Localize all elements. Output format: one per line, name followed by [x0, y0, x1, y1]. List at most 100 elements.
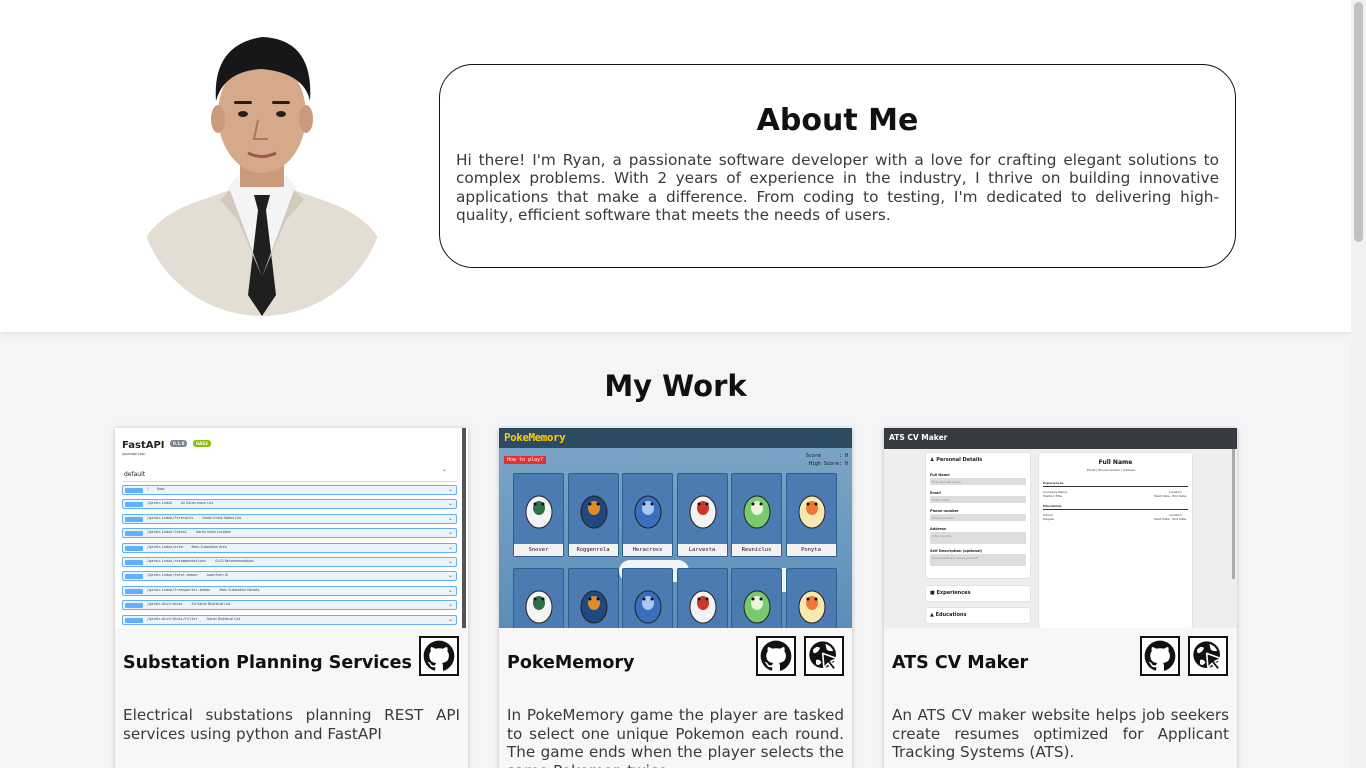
divider [122, 481, 457, 482]
endpoint-row[interactable]: /gardu-induk/lokasi Gardu Induk Location ⌄ [122, 528, 457, 539]
http-method-badge [125, 545, 143, 551]
github-link-button[interactable] [1140, 636, 1180, 676]
http-method-badge [125, 502, 143, 508]
endpoint-row[interactable]: / Root ⌄ [122, 485, 457, 495]
chevron-down-icon: ⌄ [447, 529, 453, 537]
pokememory-header: PokeMemory [499, 428, 852, 448]
divider [1043, 486, 1188, 487]
educations-panel[interactable]: ▲ Educations [926, 608, 1030, 623]
http-method-badge [125, 588, 143, 594]
pokemon-card[interactable] [622, 568, 673, 628]
endpoint-description: Gardu Induk Status List [202, 515, 241, 520]
pokemon-card[interactable]: Snover [513, 473, 564, 557]
form-field-label: Email [930, 491, 941, 495]
endpoint-row[interactable]: /gardu-distribusi All Gardu Distribusi Li… [122, 600, 457, 611]
fastapi-title: FastAPI 0.1.0 OAS3 [122, 440, 211, 451]
project-card-pokememory: PokeMemory How to play? Score : 0 High S… [499, 428, 852, 768]
http-method-badge [125, 488, 143, 493]
endpoint-row[interactable]: /gardu-induk/forecasts Gardu Induk Status… [122, 513, 457, 524]
educations-label: Educations [935, 612, 967, 618]
pokemon-card[interactable] [676, 568, 728, 628]
endpoint-path: /gardu-distribusi/filter [147, 616, 198, 621]
form-field-input[interactable]: Short summary about yourself [930, 554, 1026, 566]
endpoint-row[interactable]: /gardu-induk/transporter-beban Main Subst… [122, 585, 457, 596]
endpoint-row[interactable]: /gardu-induk/total-beban Load Each GI ⌄ [122, 571, 457, 582]
project-screenshot-substation[interactable]: FastAPI 0.1.0 OAS3 /openapi.json default… [115, 428, 468, 628]
experiences-label: Experiences [936, 590, 971, 596]
scrollbar-thumb[interactable] [1354, 2, 1363, 242]
how-to-play-button[interactable]: How to play? [504, 456, 547, 464]
endpoint-path: /gardu-induk/transporter-beban [147, 587, 211, 592]
endpoint-description: Main Substation Density [219, 587, 260, 592]
pokemon-name: Roggenrola [568, 544, 618, 556]
project-description: Electrical substations planning REST API… [123, 706, 460, 743]
experiences-panel[interactable]: ■ Experiences [926, 586, 1030, 601]
endpoint-path: / [147, 487, 150, 491]
chevron-down-icon: ⌄ [447, 572, 453, 580]
endpoint-description: GI-GI Recommendation [215, 559, 254, 563]
github-link-button[interactable] [756, 636, 796, 676]
endpoint-path: /gardu-induk/total-beban [147, 573, 198, 578]
pokemon-sprite [798, 495, 825, 529]
pokemon-card[interactable] [785, 568, 837, 628]
pokemon-name: Larvesta [677, 544, 727, 556]
endpoint-description: All Gardu Distribusi List [191, 602, 231, 607]
pokemon-card[interactable] [567, 568, 619, 628]
pokemon-card[interactable]: Ponyta [785, 473, 837, 557]
cv-position: Position Title [1043, 494, 1063, 498]
http-method-badge [125, 560, 143, 565]
github-link-button[interactable] [419, 636, 459, 676]
endpoint-path: /gardu-distribusi [147, 602, 183, 607]
page-scrollbar[interactable] [1351, 0, 1366, 768]
ats-header: ATS CV Maker [884, 428, 1237, 449]
score-value: 0 [844, 453, 848, 459]
chevron-down-icon: ⌄ [447, 586, 453, 594]
form-field-input[interactable]: City, country [930, 532, 1026, 544]
educations-heading: ▲ Educations [930, 612, 967, 618]
pokemon-card[interactable]: Roggenrola [567, 473, 619, 557]
endpoint-row[interactable]: /gardu-induk/recommendations GI-GI Recomm… [122, 557, 457, 567]
pokemon-card[interactable] [731, 568, 782, 628]
live-demo-link-button[interactable] [804, 636, 844, 676]
github-icon [423, 640, 455, 671]
endpoint-row[interactable]: /gardu-induk All Gardu Induk List ⌄ [122, 499, 457, 510]
fastapi-docs-preview: FastAPI 0.1.0 OAS3 /openapi.json default… [115, 428, 468, 628]
cv-school-dates: Start Date - End Date [1154, 517, 1187, 521]
pokemon-card[interactable] [513, 568, 564, 628]
form-field-input[interactable]: Phone number [930, 514, 1026, 521]
project-screenshot-pokememory[interactable]: PokeMemory How to play? Score : 0 High S… [499, 428, 852, 628]
github-icon [760, 640, 792, 671]
form-field-input[interactable]: First and last name [930, 478, 1026, 485]
pokemon-sprite [634, 495, 662, 529]
chevron-up-icon: ⌃ [442, 469, 448, 476]
endpoint-row[interactable]: /gardu-distribusi/filter Gardu Distribusi… [122, 614, 457, 625]
project-screenshot-ats-cv-maker[interactable]: ATS CV Maker ♟ Personal Details Full Nam… [884, 428, 1237, 628]
endpoint-description: Gardu Distribusi List [206, 616, 241, 621]
ats-app-title: ATS CV Maker [889, 433, 948, 442]
pokememory-preview: PokeMemory How to play? Score : 0 High S… [499, 428, 852, 628]
form-field-label: Address [930, 527, 946, 531]
fastapi-oas-badge: OAS3 [192, 440, 211, 447]
personal-details-label: Personal Details [936, 457, 983, 463]
experiences-heading: ■ Experiences [930, 590, 971, 596]
pokemon-sprite [525, 590, 553, 624]
project-description: An ATS CV maker website helps job seeker… [892, 706, 1229, 761]
endpoint-row[interactable]: /gardu-induk/area Main Substation Area ⌄ [122, 542, 457, 553]
pokemon-sprite [525, 495, 553, 529]
project-card-ats-cv-maker: ATS CV Maker ♟ Personal Details Full Nam… [884, 428, 1237, 768]
pokemon-sprite [580, 590, 607, 624]
form-field-input[interactable]: Enter email [930, 496, 1026, 503]
endpoint-path: /gardu-induk/lokasi [147, 530, 188, 535]
chevron-down-icon: ⌄ [447, 486, 453, 493]
chevron-down-icon: ⌄ [447, 500, 453, 508]
endpoint-description: Gardu Induk Location [195, 530, 232, 535]
pokemon-card[interactable]: Heracross [622, 473, 673, 557]
cv-contacts: Email | Phone number | Address [1087, 468, 1136, 472]
pokemon-card[interactable]: Reuniclus [731, 473, 782, 557]
pokemon-card[interactable]: Larvesta [676, 473, 728, 557]
github-icon [1144, 640, 1176, 671]
live-demo-link-button[interactable] [1188, 636, 1228, 676]
cv-contact-address: Address [1123, 468, 1136, 472]
pokemon-sprite [743, 495, 771, 529]
pokemon-name: Reuniclus [732, 544, 781, 556]
